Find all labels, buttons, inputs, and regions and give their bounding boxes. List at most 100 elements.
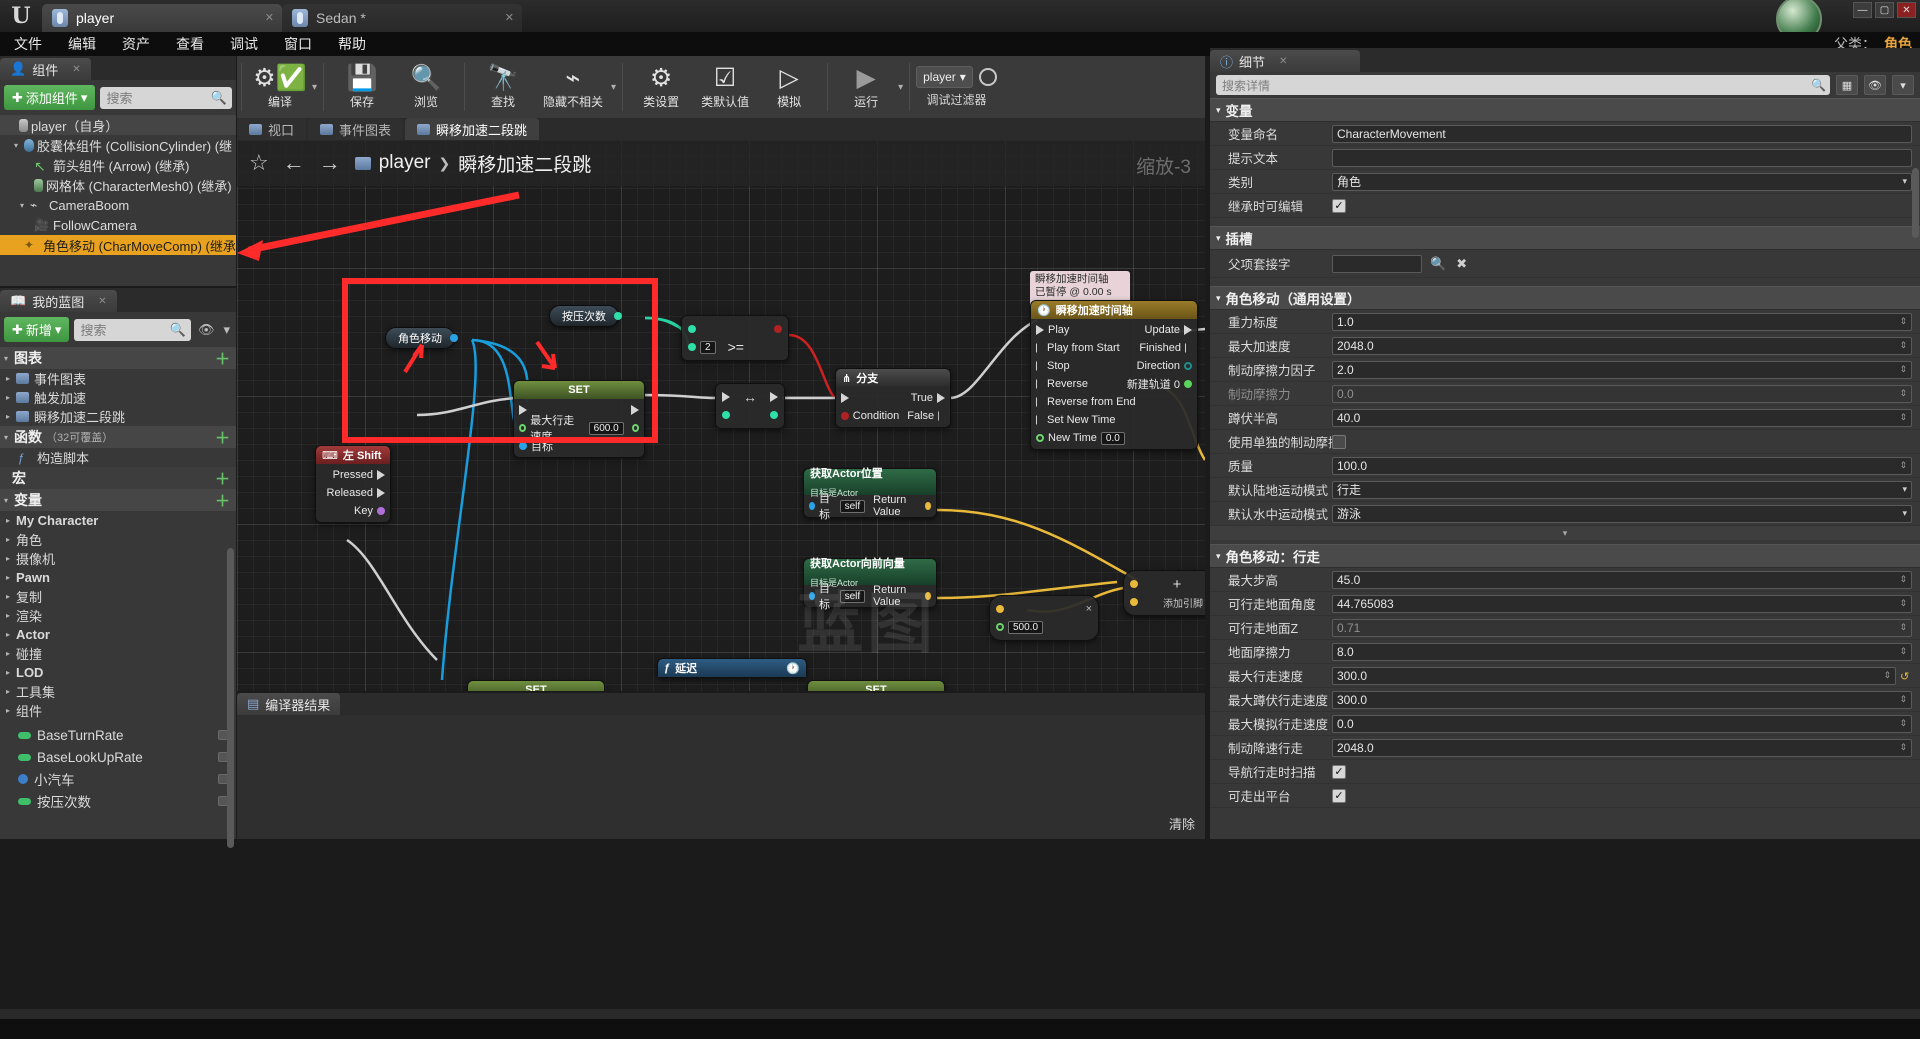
grid-view-icon[interactable]: ▦ (1836, 75, 1858, 95)
expand-caret[interactable]: ▾ (20, 201, 30, 210)
details-scrollbar[interactable] (1912, 168, 1919, 238)
toolbar-button-play[interactable]: ▶ 运行 (834, 57, 898, 117)
menu-item-debug[interactable]: 调试 (230, 34, 258, 54)
node-greater-equal[interactable]: 2 >= (681, 315, 789, 361)
section-graphs[interactable]: ▾ 图表 ＋ (0, 347, 236, 369)
variable-category-components[interactable]: ▸ 组件 (0, 701, 236, 720)
direction-out-pin[interactable] (1184, 362, 1192, 370)
chevron-down-icon[interactable]: ▾ (611, 82, 616, 93)
menu-item-edit[interactable]: 编辑 (68, 34, 96, 54)
key-out-pin[interactable] (377, 507, 385, 515)
close-icon[interactable]: ✕ (72, 64, 80, 75)
components-search-input[interactable]: 搜索 🔍 (100, 86, 232, 109)
variable-category-collision[interactable]: ▸ 碰撞 (0, 644, 236, 663)
tab-details[interactable]: ⓘ 细节 ✕ (1210, 50, 1360, 72)
eye-icon[interactable]: 👁 (1864, 75, 1886, 95)
node-set-bottom-right[interactable]: SET (807, 680, 945, 691)
exec-in-pin[interactable] (722, 392, 730, 402)
toolbar-button-browse[interactable]: 🔍 浏览 (394, 57, 458, 117)
close-icon[interactable]: ✕ (1279, 56, 1287, 67)
close-icon[interactable]: ✕ (265, 11, 274, 24)
add-graph-button[interactable]: ＋ (215, 348, 230, 369)
category-select[interactable]: 角色 (1332, 172, 1912, 191)
reversefromend-exec-pin[interactable] (1036, 397, 1041, 407)
in-pin[interactable] (722, 411, 730, 419)
window-tab-sedan[interactable]: Sedan * ✕ (282, 4, 522, 32)
expand-caret[interactable]: ▸ (6, 393, 16, 402)
chevron-down-icon[interactable]: ▾ (312, 82, 317, 93)
vector-in-pin-a[interactable] (996, 605, 1004, 613)
sweep-while-nav-walking-checkbox[interactable]: ✓ (1332, 764, 1346, 779)
chevron-down-icon[interactable]: ▾ (221, 322, 232, 338)
newtime-in-pin[interactable] (1036, 434, 1044, 442)
int-in-pin-b[interactable] (688, 343, 696, 351)
tab-event-graph[interactable]: 事件图表 (308, 118, 404, 140)
node-sequence[interactable]: ↔ (715, 383, 785, 429)
search-icon[interactable] (978, 68, 997, 86)
expand-caret[interactable]: ▸ (6, 649, 16, 658)
default-water-movement-mode-select[interactable]: 游泳 (1332, 504, 1912, 523)
blueprint-graph-canvas[interactable]: 角色移动 按压次数 SET 最大行走速度 600.0 目标 2 >= ↔ ⋔ 分… (237, 140, 1205, 691)
node-add[interactable]: + 添加引脚 (1123, 570, 1205, 616)
toolbar-button-simulate[interactable]: ▷ 模拟 (757, 57, 821, 117)
tab-my-blueprint[interactable]: 📖 我的蓝图 ✕ (0, 290, 117, 312)
int-in-pin-a[interactable] (688, 325, 696, 333)
tab-components[interactable]: 👤 组件 ✕ (0, 58, 91, 80)
compare-operand-input[interactable]: 2 (700, 340, 716, 354)
braking-friction-factor-input[interactable]: 2.0 (1332, 360, 1912, 379)
setnewtime-exec-pin[interactable] (1036, 415, 1041, 425)
expand-caret[interactable]: ▸ (6, 687, 16, 696)
variable-category-pawn[interactable]: ▸ Pawn (0, 568, 236, 587)
tree-row[interactable]: ▾ ⌁ CameraBoom (0, 195, 236, 215)
list-item-event-graph[interactable]: ▸ 事件图表 (0, 369, 236, 388)
menu-item-asset[interactable]: 资产 (122, 34, 150, 54)
vector-in-pin-a[interactable] (1130, 580, 1138, 588)
tree-row[interactable]: 🎥 FollowCamera (0, 215, 236, 235)
max-simulated-walk-speed-input[interactable]: 0.0 (1332, 714, 1912, 733)
max-walk-speed-input[interactable]: 300.0 (1332, 666, 1896, 685)
clear-icon[interactable]: ✖ (1456, 256, 1467, 272)
node-delay[interactable]: ƒ 延迟 🕐 (657, 658, 807, 678)
vector-in-pin-b[interactable] (1130, 598, 1138, 606)
minimize-button[interactable]: — (1853, 2, 1872, 18)
tree-row[interactable]: ▾ 胶囊体组件 (CollisionCylinder) (继 (0, 135, 236, 155)
tree-row-charactermovement[interactable]: ✦ 角色移动 (CharMoveComp) (继承) (0, 235, 236, 255)
debug-object-dropdown[interactable]: player ▾ (916, 66, 973, 88)
add-function-button[interactable]: ＋ (215, 427, 230, 448)
node-multiply[interactable]: × 500.0 (989, 595, 1099, 641)
max-acceleration-input[interactable]: 2048.0 (1332, 336, 1912, 355)
exec-out-pin[interactable] (770, 392, 778, 402)
walkable-floor-angle-input[interactable]: 44.765083 (1332, 594, 1912, 613)
expand-caret[interactable]: ▸ (6, 630, 16, 639)
search-icon[interactable]: 🔍 (1430, 256, 1446, 272)
max-walk-speed-crouched-input[interactable]: 300.0 (1332, 690, 1912, 709)
details-section-charmove-general[interactable]: ▾ 角色移动（通用设置） (1210, 286, 1920, 310)
expand-caret[interactable]: ▸ (6, 573, 16, 582)
collapse-caret[interactable]: ▾ (4, 354, 14, 363)
use-separate-braking-friction-checkbox[interactable] (1332, 434, 1346, 449)
crouched-half-height-input[interactable]: 40.0 (1332, 408, 1912, 427)
out-pin[interactable] (770, 411, 778, 419)
vector-out-pin[interactable] (924, 502, 931, 510)
reverse-exec-pin[interactable] (1036, 379, 1041, 389)
tree-row[interactable]: player（自身） (0, 115, 236, 135)
close-window-button[interactable]: ✕ (1897, 2, 1916, 18)
variable-category-actor[interactable]: ▸ Actor (0, 625, 236, 644)
tab-viewport[interactable]: 视口 (237, 118, 307, 140)
bool-in-pin[interactable] (841, 412, 849, 420)
node-timeline-teleport-accel[interactable]: 🕐 瞬移加速时间轴 Play Update Play from Start Fi… (1030, 300, 1198, 450)
variable-name-input[interactable]: CharacterMovement (1332, 124, 1912, 143)
variable-category-mycharacter[interactable]: ▸ My Character (0, 511, 236, 530)
braking-deceleration-walking-input[interactable]: 2048.0 (1332, 738, 1912, 757)
eye-icon[interactable]: 👁 (196, 322, 217, 338)
pressed-exec-pin[interactable] (377, 470, 385, 480)
scrollbar-vertical[interactable] (227, 548, 234, 848)
float-in-pin-b[interactable] (996, 623, 1004, 631)
bool-out-pin[interactable] (774, 325, 782, 333)
object-in-pin[interactable] (519, 442, 527, 450)
expand-caret[interactable]: ▸ (6, 412, 16, 421)
list-item-construction-script[interactable]: ƒ 构造脚本 (0, 448, 236, 467)
target-value[interactable]: self (839, 499, 866, 513)
reset-to-default-icon[interactable]: ↺ (1900, 670, 1912, 683)
collapse-caret[interactable]: ▾ (1216, 105, 1221, 116)
